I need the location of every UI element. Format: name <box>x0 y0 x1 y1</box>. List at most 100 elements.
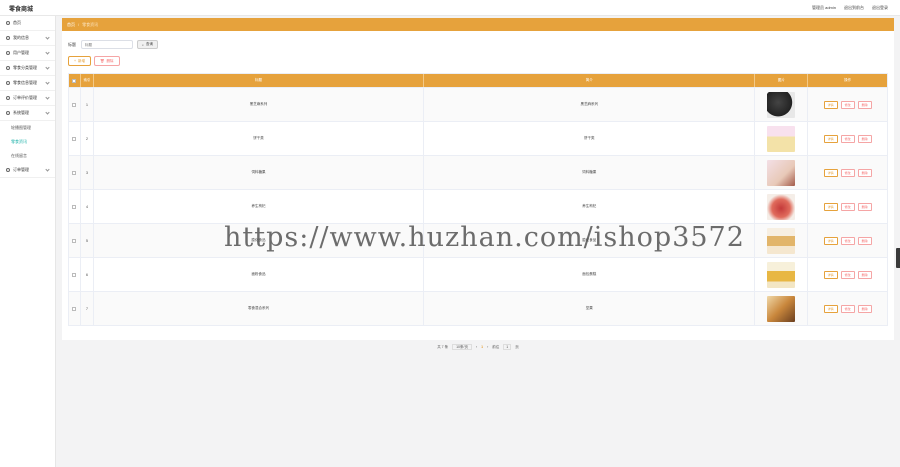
row-image-cell <box>755 224 809 257</box>
goto-input[interactable]: 1 <box>503 344 512 350</box>
checkbox[interactable] <box>72 78 77 83</box>
header-title: 标题 <box>94 74 425 87</box>
logout-link[interactable]: 退出登录 <box>872 5 888 11</box>
delete-button[interactable]: 删除 <box>857 270 872 279</box>
table-row: 3 饲料糖果 饲料糖果 详情 修改 删除 <box>69 155 887 189</box>
prev-page-icon[interactable]: ‹ <box>476 345 477 349</box>
row-index: 1 <box>81 88 94 121</box>
add-button[interactable]: + 新增 <box>68 56 92 66</box>
breadcrumb-current: 零食资讯 <box>82 21 99 27</box>
next-page-icon[interactable]: › <box>487 345 488 349</box>
table-body: 1 黑芝麻系列 黑芝麻系列 详情 修改 删除 2 饼干类 饼干类 详情 修改 删除 3 饲料糖果 饲料糖果详… <box>69 87 887 325</box>
front-link[interactable]: 退出到前台 <box>844 5 864 11</box>
user-icon <box>6 36 10 40</box>
page-size-select[interactable]: 10条/页 <box>452 344 472 350</box>
edit-button[interactable]: 修改 <box>840 134 855 143</box>
breadcrumb-home[interactable]: 首页 <box>67 22 75 28</box>
delete-button[interactable]: 删除 <box>857 202 872 211</box>
checkbox[interactable] <box>72 204 77 209</box>
side-float-tab[interactable] <box>896 248 900 268</box>
row-select-cell[interactable] <box>69 258 81 291</box>
sidebar-item-home[interactable]: 首页 <box>0 16 55 31</box>
chevron-up-icon <box>45 110 50 115</box>
edit-button[interactable]: 修改 <box>840 202 855 211</box>
view-button[interactable]: 详情 <box>823 236 838 245</box>
delete-button[interactable]: 删除 <box>857 304 872 313</box>
sidebar-subitem-carousel[interactable]: 轮播图管理 <box>0 121 55 135</box>
row-image-cell <box>755 258 809 291</box>
main-panel: 首页 / 零食资讯 标题 ⌕查询 +新增 🗑删除 索引 标题 简介 图片 操作 … <box>62 18 894 350</box>
header-index: 索引 <box>81 74 94 87</box>
action-buttons: + 新增 🗑 删除 <box>68 56 120 66</box>
view-button[interactable]: 详情 <box>823 168 838 177</box>
checkbox[interactable] <box>72 238 77 243</box>
row-actions: 详情 修改 删除 <box>808 258 887 291</box>
search-input[interactable] <box>81 40 133 49</box>
edit-button[interactable]: 修改 <box>840 236 855 245</box>
table-row: 1 黑芝麻系列 黑芝麻系列 详情 修改 删除 <box>69 87 887 121</box>
breadcrumb-separator: / <box>78 22 80 27</box>
pagination: 共 7 条 10条/页 ‹ 1 › 前往 1 页 <box>62 344 894 350</box>
view-button[interactable]: 详情 <box>823 134 838 143</box>
users-icon <box>6 51 10 55</box>
checkbox[interactable] <box>72 272 77 277</box>
row-image-cell <box>755 88 809 121</box>
row-select-cell[interactable] <box>69 224 81 257</box>
header-image: 图片 <box>755 74 809 87</box>
view-button[interactable]: 详情 <box>823 270 838 279</box>
plus-icon: + <box>74 59 77 63</box>
header-select-all[interactable] <box>69 74 81 87</box>
query-button[interactable]: ⌕ 查询 <box>137 40 158 49</box>
delete-button[interactable]: 删除 <box>857 100 872 109</box>
sidebar-item-snacks[interactable]: 零食信息管理 <box>0 76 55 91</box>
row-image-cell <box>755 190 809 223</box>
top-right-links: 管理员 admin 退出到前台 退出登录 <box>812 5 888 11</box>
row-intro: 面包蛋糕 <box>424 258 756 291</box>
trash-icon: 🗑 <box>100 59 105 63</box>
sidebar-subitem-news[interactable]: 零食资讯 <box>0 135 55 149</box>
search-icon: ⌕ <box>142 42 144 47</box>
row-title: 黑芝麻系列 <box>94 88 425 121</box>
row-select-cell[interactable] <box>69 156 81 189</box>
sidebar-item-users[interactable]: 用户管理 <box>0 46 55 61</box>
data-table: 索引 标题 简介 图片 操作 1 黑芝麻系列 黑芝麻系列 详情 修改 删除 2 饼干类 饼干类详… <box>68 73 888 326</box>
sidebar-item-system[interactable]: 系统管理 <box>0 106 55 121</box>
current-page[interactable]: 1 <box>481 345 483 349</box>
edit-button[interactable]: 修改 <box>840 168 855 177</box>
row-select-cell[interactable] <box>69 190 81 223</box>
chevron-down-icon <box>45 80 50 85</box>
row-title: 饲料糖果 <box>94 156 425 189</box>
edit-button[interactable]: 修改 <box>840 100 855 109</box>
home-icon <box>6 21 10 25</box>
watermark-text: https://www.huzhan.com/ishop3572 <box>224 222 745 253</box>
view-button[interactable]: 详情 <box>823 304 838 313</box>
breadcrumb: 首页 / 零食资讯 <box>62 18 894 31</box>
sidebar-item-reviews[interactable]: 订单评价管理 <box>0 91 55 106</box>
sidebar-subitem-messages[interactable]: 在线留言 <box>0 149 55 163</box>
delete-button[interactable]: 删除 <box>857 168 872 177</box>
checkbox[interactable] <box>72 136 77 141</box>
delete-button[interactable]: 删除 <box>857 236 872 245</box>
checkbox[interactable] <box>72 306 77 311</box>
row-actions: 详情 修改 删除 <box>808 190 887 223</box>
row-intro: 黑芝麻系列 <box>424 88 756 121</box>
view-button[interactable]: 详情 <box>823 202 838 211</box>
batch-delete-button[interactable]: 🗑 删除 <box>94 56 120 66</box>
delete-button[interactable]: 删除 <box>857 134 872 143</box>
sidebar-item-category[interactable]: 零食分类管理 <box>0 61 55 76</box>
edit-button[interactable]: 修改 <box>840 270 855 279</box>
row-select-cell[interactable] <box>69 292 81 325</box>
product-thumbnail <box>767 125 796 152</box>
edit-button[interactable]: 修改 <box>840 304 855 313</box>
view-button[interactable]: 详情 <box>823 100 838 109</box>
row-select-cell[interactable] <box>69 88 81 121</box>
sidebar-item-orders[interactable]: 订单管理 <box>0 163 55 178</box>
row-select-cell[interactable] <box>69 122 81 155</box>
checkbox[interactable] <box>72 170 77 175</box>
row-title: 饼干类 <box>94 122 425 155</box>
row-index: 7 <box>81 292 94 325</box>
checkbox[interactable] <box>72 102 77 107</box>
sidebar-item-profile[interactable]: 我的信息 <box>0 31 55 46</box>
review-icon <box>6 96 10 100</box>
chevron-down-icon <box>45 167 50 172</box>
